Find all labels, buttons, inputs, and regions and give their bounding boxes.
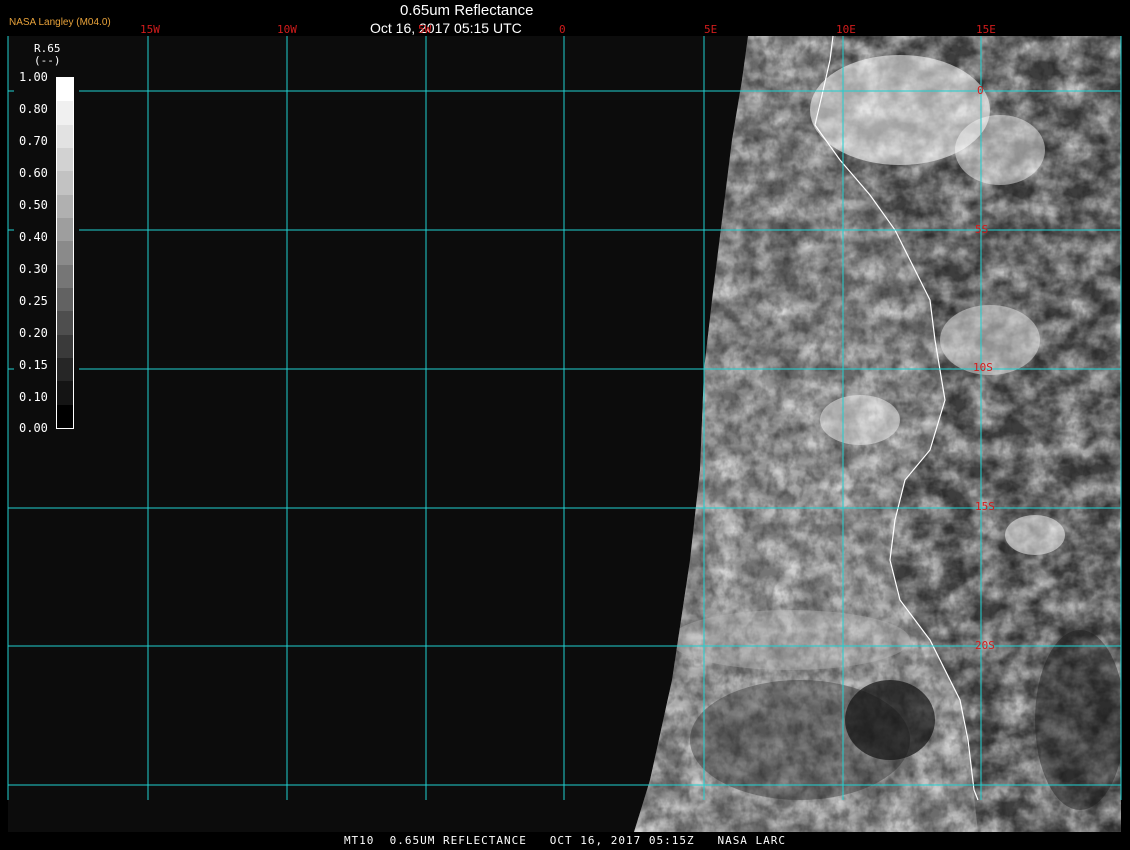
- legend-swatch: [57, 78, 73, 102]
- lon-label-15w: 15W: [140, 23, 160, 36]
- legend-swatch: [57, 194, 73, 218]
- lat-label-0: 0: [977, 84, 984, 97]
- lat-label-10s: 10S: [973, 361, 993, 374]
- lon-label-10w: 10W: [277, 23, 297, 36]
- lon-label-0: 0: [559, 23, 566, 36]
- legend-tick: 0.15: [19, 358, 48, 372]
- legend-tick: 1.00: [19, 70, 48, 84]
- lat-label-20s: 20S: [975, 639, 995, 652]
- lat-label-5s: 5S: [975, 223, 989, 236]
- legend-swatch: [57, 147, 73, 172]
- legend-tick: 0.40: [19, 230, 48, 244]
- legend-swatch: [57, 334, 73, 358]
- legend-tick: 0.60: [19, 166, 48, 180]
- color-legend: R.65 (--) 1.00 0.80 0.70 0.60 0.50 0.40 …: [14, 38, 79, 440]
- legend-swatch: [57, 357, 73, 382]
- legend-swatch: [57, 404, 73, 428]
- legend-swatch: [57, 217, 73, 242]
- legend-swatch: [57, 101, 73, 125]
- legend-tick: 0.00: [19, 421, 48, 435]
- lat-label-15s: 15S: [975, 500, 995, 513]
- legend-swatch: [57, 311, 73, 335]
- satellite-image: 0.65um Reflectance Oct 16, 2017 05:15 UT…: [0, 0, 1130, 850]
- legend-swatch: [57, 124, 73, 148]
- map-canvas: [7, 35, 1122, 832]
- legend-swatch: [57, 381, 73, 405]
- legend-swatch: [57, 241, 73, 265]
- lon-label-10e: 10E: [836, 23, 856, 36]
- legend-swatch: [57, 171, 73, 195]
- legend-color-bar: [56, 77, 74, 429]
- lon-label-5e: 5E: [704, 23, 718, 36]
- legend-tick: 0.20: [19, 326, 48, 340]
- lon-label-15e: 15E: [976, 23, 996, 36]
- legend-swatch: [57, 287, 73, 312]
- legend-tick: 0.10: [19, 390, 48, 404]
- footer-caption: MT10 0.65UM REFLECTANCE OCT 16, 2017 05:…: [343, 834, 787, 847]
- legend-tick: 0.70: [19, 134, 48, 148]
- datetime-label: Oct 16, 2017 05:15 UTC: [370, 20, 522, 36]
- lon-label-5w: 5W: [418, 23, 432, 36]
- legend-tick: 0.30: [19, 262, 48, 276]
- legend-tick: 0.25: [19, 294, 48, 308]
- legend-tick: 0.80: [19, 102, 48, 116]
- legend-swatch: [57, 264, 73, 288]
- legend-unit: (--): [34, 54, 61, 67]
- agency-label: NASA Langley (M04.0): [9, 17, 111, 28]
- legend-tick: 0.50: [19, 198, 48, 212]
- chart-title: 0.65um Reflectance: [400, 2, 534, 19]
